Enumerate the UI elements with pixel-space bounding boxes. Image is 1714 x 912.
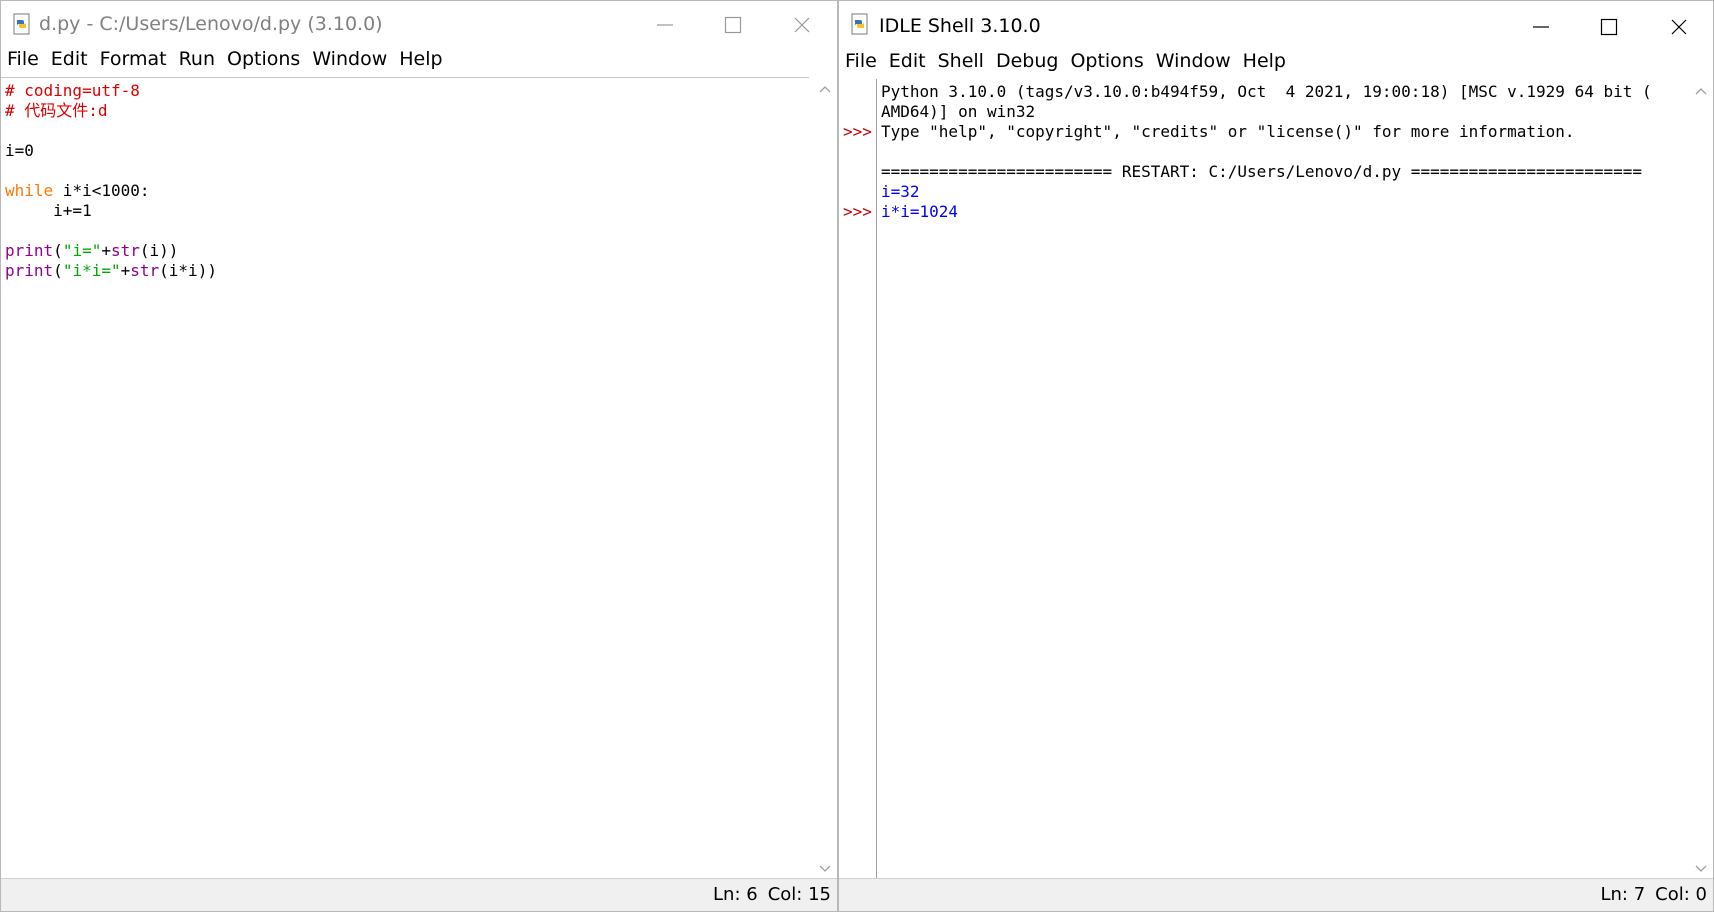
maximize-icon xyxy=(724,16,742,34)
editor-menu-help[interactable]: Help xyxy=(393,47,448,75)
code-line-6-rest: i*i<1000: xyxy=(53,181,150,200)
code-operator: + xyxy=(101,241,111,260)
code-args: (i)) xyxy=(139,241,179,260)
maximize-icon xyxy=(1600,18,1618,36)
editor-menu-options[interactable]: Options xyxy=(221,47,306,75)
shell-output-line-1: i=32 xyxy=(881,182,920,201)
shell-window-title: IDLE Shell 3.10.0 xyxy=(879,15,1041,37)
editor-menubar: File Edit Format Run Options Window Help xyxy=(1,47,837,75)
editor-status-col: Col: 15 xyxy=(767,884,831,905)
code-args: (i*i)) xyxy=(159,261,217,280)
code-operator: + xyxy=(120,261,131,280)
shell-prompt-1: >>> xyxy=(843,122,872,141)
shell-status-line: Ln: 7 xyxy=(1600,884,1646,905)
scroll-down-arrow-icon[interactable] xyxy=(1695,865,1707,873)
code-paren: ( xyxy=(53,261,63,280)
scroll-up-arrow-icon[interactable] xyxy=(819,85,831,93)
editor-menu-edit[interactable]: Edit xyxy=(45,47,94,75)
shell-window: IDLE Shell 3.10.0 File Edit Shell Debug … xyxy=(838,0,1714,912)
shell-menu-shell[interactable]: Shell xyxy=(932,49,990,77)
code-paren: ( xyxy=(53,241,63,260)
editor-menu-run[interactable]: Run xyxy=(173,47,221,75)
code-string: "i*i=" xyxy=(62,261,121,280)
editor-close-button[interactable] xyxy=(774,7,830,43)
editor-menu-file[interactable]: File xyxy=(1,47,45,75)
code-builtin-str: str xyxy=(130,261,160,280)
shell-maximize-button[interactable] xyxy=(1581,9,1637,45)
minimize-icon xyxy=(1533,26,1549,28)
scroll-up-arrow-icon[interactable] xyxy=(1695,87,1707,95)
editor-window: d.py - C:/Users/Lenovo/d.py (3.10.0) Fil… xyxy=(0,0,838,912)
shell-restart-line: ======================== RESTART: C:/Use… xyxy=(881,162,1642,181)
shell-menu-options[interactable]: Options xyxy=(1064,49,1149,77)
editor-menu-format[interactable]: Format xyxy=(94,47,173,75)
editor-menu-window[interactable]: Window xyxy=(306,47,393,75)
editor-maximize-button[interactable] xyxy=(705,7,761,43)
shell-titlebar[interactable]: IDLE Shell 3.10.0 xyxy=(839,1,1713,49)
shell-menu-edit[interactable]: Edit xyxy=(883,49,932,77)
shell-text-area[interactable]: Python 3.10.0 (tags/v3.10.0:b494f59, Oct… xyxy=(877,79,1683,879)
shell-prompt-gutter: >>> >>> xyxy=(839,79,877,879)
editor-status-line: Ln: 6 xyxy=(713,884,758,905)
shell-banner-line-1: Python 3.10.0 (tags/v3.10.0:b494f59, Oct… xyxy=(881,82,1652,101)
code-string: "i=" xyxy=(62,241,102,260)
shell-vertical-scrollbar[interactable] xyxy=(1691,79,1711,879)
shell-prompt-2: >>> xyxy=(843,202,872,221)
code-line-2: # 代码文件:d xyxy=(5,101,108,120)
editor-window-title: d.py - C:/Users/Lenovo/d.py (3.10.0) xyxy=(39,13,383,35)
code-builtin-print: print xyxy=(5,261,54,280)
shell-minimize-button[interactable] xyxy=(1513,9,1569,45)
code-builtin-print: print xyxy=(5,241,54,260)
shell-cursor-position: Ln: 7 Col: 0 xyxy=(1590,883,1707,907)
editor-text-area[interactable]: # coding=utf-8 # 代码文件:d i=0 while i*i<10… xyxy=(1,77,809,880)
shell-output-line-2: i*i=1024 xyxy=(881,202,959,221)
shell-prompts: >>> >>> xyxy=(843,82,872,222)
shell-statusbar: Ln: 7 Col: 0 xyxy=(839,878,1713,911)
code-line-4: i=0 xyxy=(5,141,34,160)
code-keyword-while: while xyxy=(5,181,54,200)
code-line-1: # coding=utf-8 xyxy=(5,81,140,100)
code-line-7: i+=1 xyxy=(5,201,92,220)
shell-menubar: File Edit Shell Debug Options Window Hel… xyxy=(839,49,1713,77)
close-icon xyxy=(1671,19,1687,35)
shell-menu-file[interactable]: File xyxy=(839,49,883,77)
editor-minimize-button[interactable] xyxy=(637,7,693,43)
minimize-icon xyxy=(657,24,673,26)
editor-vertical-scrollbar[interactable] xyxy=(815,79,835,879)
editor-cursor-position: Ln: 6 Col: 15 xyxy=(703,883,831,907)
scroll-down-arrow-icon[interactable] xyxy=(819,865,831,873)
shell-menu-help[interactable]: Help xyxy=(1237,49,1292,77)
code-builtin-str: str xyxy=(110,241,140,260)
python-file-icon xyxy=(851,13,868,35)
editor-titlebar[interactable]: d.py - C:/Users/Lenovo/d.py (3.10.0) xyxy=(1,1,837,49)
python-file-icon xyxy=(13,13,30,35)
close-icon xyxy=(794,17,810,33)
shell-status-col: Col: 0 xyxy=(1655,884,1707,905)
editor-code: # coding=utf-8 # 代码文件:d i=0 while i*i<10… xyxy=(5,81,217,281)
editor-statusbar: Ln: 6 Col: 15 xyxy=(1,878,837,911)
shell-banner-line-2: AMD64)] on win32 xyxy=(881,102,1036,121)
shell-output: Python 3.10.0 (tags/v3.10.0:b494f59, Oct… xyxy=(881,82,1652,222)
shell-menu-window[interactable]: Window xyxy=(1150,49,1237,77)
shell-close-button[interactable] xyxy=(1651,9,1707,45)
shell-banner-line-3: Type "help", "copyright", "credits" or "… xyxy=(881,122,1575,141)
shell-menu-debug[interactable]: Debug xyxy=(990,49,1064,77)
